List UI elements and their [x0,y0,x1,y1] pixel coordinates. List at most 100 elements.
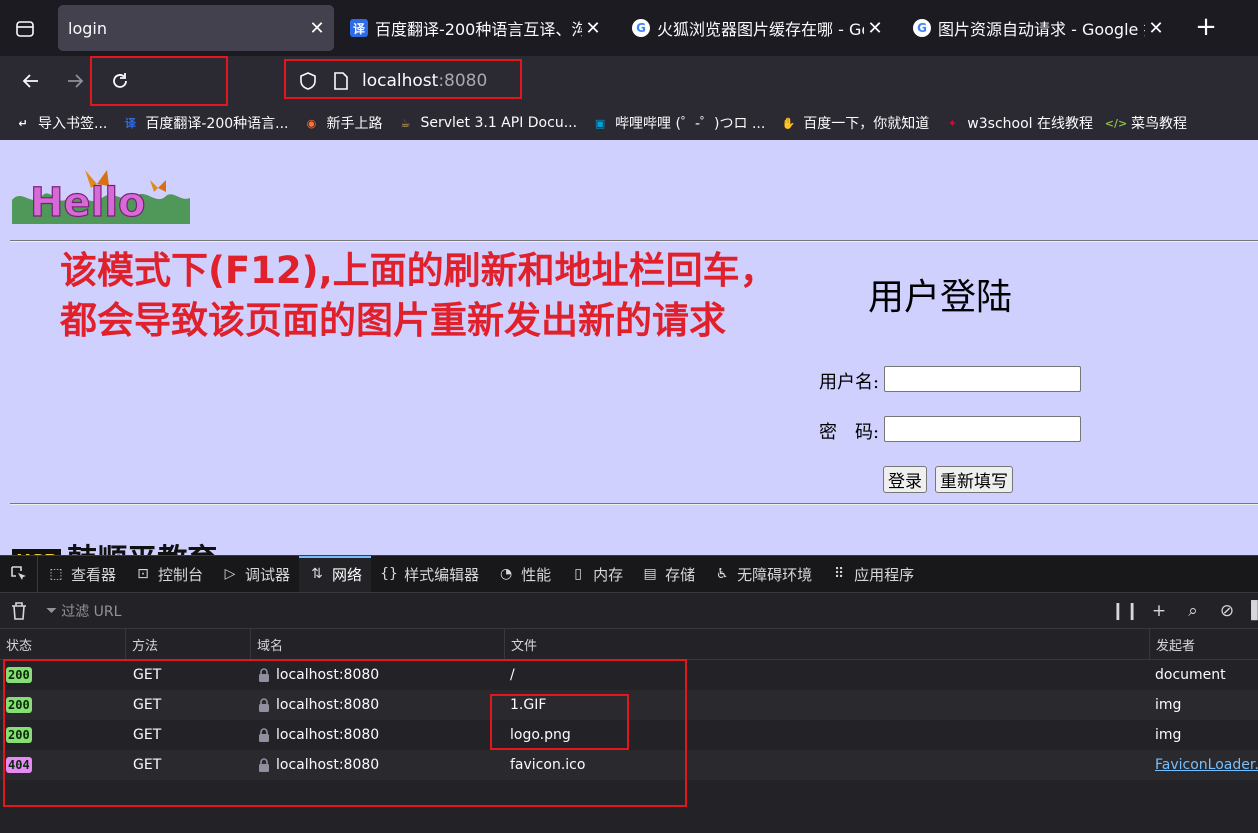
close-icon[interactable]: ✕ [582,17,604,39]
annotation-line-2: 都会导致该页面的图片重新发出新的请求 [60,299,726,342]
block-icon[interactable]: ⊘ [1210,601,1244,621]
password-label: 密 码: [819,422,880,443]
network-toolbar-actions: ❙❙ + ⌕ ⊘ ▐ [1108,593,1258,629]
forward-arrow-icon[interactable] [60,66,90,96]
brand-logo-peek: HSP韩顺平教育 [12,535,217,555]
google-icon: G [913,19,931,37]
column-initiator[interactable]: 发起者 [1149,629,1258,659]
devtools-tab[interactable]: ▤ 存储 [632,556,704,592]
bookmark-favicon-icon: ↵ [18,116,28,130]
pause-icon[interactable]: ❙❙ [1108,601,1142,621]
bookmark-item[interactable]: 译百度翻译-200种语言... [121,113,289,133]
bookmark-favicon-icon: ✋ [781,116,796,130]
devtools-tab[interactable]: ⊡ 控制台 [125,556,212,592]
devtools-tab[interactable]: {} 样式编辑器 [371,556,488,592]
devtools-tab-label: 存储 [665,565,696,584]
tab-title: 百度翻译-200种语言互译、沟通 [375,20,582,39]
close-icon[interactable]: ✕ [1145,17,1167,39]
navigation-toolbar: localhost:8080 [0,56,1258,106]
brand-name: 韩顺平教育 [67,543,217,555]
column-domain[interactable]: 域名 [250,629,504,659]
initiator-link[interactable]: FaviconLoader.sys [1155,757,1258,773]
bookmark-item[interactable]: ▣ 哔哩哔哩 (゜-゜)つロ ... [591,113,765,133]
back-arrow-icon[interactable] [16,66,46,96]
add-icon[interactable]: + [1142,601,1176,621]
devtools-tab-label: 应用程序 [854,565,915,584]
bookmark-favicon-icon: ▣ [594,116,606,130]
bookmarks-toolbar: ↵ 导入书签... 译百度翻译-200种语言... ◉ 新手上路 ☕ Servlet 3.1… [0,106,1258,140]
devtools-tab[interactable]: ♿ 无障碍环境 [704,556,821,592]
login-title: 用户登陆 [868,277,1013,318]
devtools-tab[interactable]: ▷ 调试器 [212,556,299,592]
search-icon[interactable]: ⌕ [1176,601,1210,621]
bookmark-label: w3school 在线教程 [967,116,1093,132]
username-label: 用户名: [819,372,880,393]
bookmark-favicon-icon: ☕ [400,116,411,130]
annotation-box-address [284,59,522,99]
divider [10,503,1258,505]
devtools-tab-label: 调试器 [245,565,291,584]
initiator-cell: img [1155,727,1182,743]
bookmark-item[interactable]: ☕ Servlet 3.1 API Docu... [396,114,578,132]
login-submit-button[interactable]: 登录 [883,466,927,493]
tab-google-search-2[interactable]: G 图片资源自动请求 - Google 搜 ✕ [913,5,1173,51]
tab-title: login [68,18,107,38]
devtools-tab-icon: ⬚ [49,566,63,582]
annotation-note: 该模式下(F12),上面的刷新和地址栏回车， 都会导致该页面的图片重新发出新的请… [60,246,777,346]
initiator-cell: img [1155,697,1182,713]
filter-url-field[interactable]: ⏷ 过滤 URL [46,601,121,621]
network-table-header: 状态 方法 域名 文件 发起者 [0,629,1258,660]
devtools-tab-label: 性能 [521,565,552,584]
list-all-tabs-icon[interactable] [10,14,40,44]
devtools-tab[interactable]: ⠿ 应用程序 [821,556,923,592]
password-input[interactable] [884,416,1081,442]
bookmark-favicon-icon: ✦ [947,116,957,130]
devtools-tab-icon: ▷ [224,566,236,582]
bookmark-label: 百度翻译-200种语言... [145,116,289,132]
devtools-tab-icon: ⇅ [311,566,323,582]
bookmark-favicon-icon: ◉ [306,116,317,130]
devtools-tab[interactable]: ⇅ 网络 [299,556,372,592]
bookmark-item[interactable]: ✋ 百度一下，你就知道 [779,113,929,133]
bookmark-item[interactable]: ✦ w3school 在线教程 [943,113,1093,133]
devtools-tab-label: 控制台 [158,565,204,584]
tab-google-search-1[interactable]: G 火狐浏览器图片缓存在哪 - Goo ✕ [632,5,892,51]
annotation-line-1: 该模式下(F12),上面的刷新和地址栏回车， [60,249,777,292]
devtools-tab-icon: ⊡ [137,566,149,582]
hello-logo-text: Hello [30,180,146,226]
new-tab-icon[interactable]: + [1192,14,1220,42]
devtools-tab[interactable]: ⬚ 查看器 [38,556,125,592]
devtools-tab-label: 查看器 [71,565,117,584]
tab-title: 图片资源自动请求 - Google 搜 [938,20,1145,39]
close-icon[interactable]: ✕ [306,17,328,39]
devtools-tab[interactable]: ◔ 性能 [488,556,560,592]
devtools-tab-label: 样式编辑器 [404,565,480,584]
tab-title: 火狐浏览器图片缓存在哪 - Goo [657,20,864,39]
devtools-tabbar: ⬚ 查看器 ⊡ 控制台 ▷ 调试器 ⇅ 网络 {} 样式编辑器 ◔ 性能 ▯ 内存 ▤ 存储 ♿ 无障碍环境 ⠿ 应用… [0,556,1258,593]
tab-baidu-translate[interactable]: 译 百度翻译-200种语言互译、沟通 ✕ [350,5,610,51]
devtools-tab-icon: ⠿ [834,566,845,582]
devtools-tab-icon: ◔ [499,566,513,582]
bookmark-label: 新手上路 [326,116,383,132]
filter-placeholder: 过滤 URL [61,603,122,620]
annotation-box-reload [90,56,228,106]
bookmark-label: 百度一下，你就知道 [803,116,930,132]
tab-login[interactable]: login ✕ [58,5,334,51]
devtools-tab-label: 内存 [593,565,624,584]
column-method[interactable]: 方法 [125,629,250,659]
devtools-tab[interactable]: ▯ 内存 [560,556,632,592]
reset-button[interactable]: 重新填写 [935,466,1013,493]
overflow-icon[interactable]: ▐ [1244,601,1258,621]
bookmark-item[interactable]: ◉ 新手上路 [302,113,383,133]
column-file[interactable]: 文件 [504,629,1149,659]
username-input[interactable] [884,366,1081,392]
column-status[interactable]: 状态 [0,629,125,659]
google-icon: G [632,19,650,37]
bookmark-item[interactable]: ↵ 导入书签... [14,113,107,133]
devtools-tab-icon: ▤ [643,566,657,582]
element-picker-icon[interactable] [0,556,38,592]
trash-icon[interactable] [10,601,28,621]
bookmark-item[interactable]: </> 菜鸟教程 [1105,113,1187,133]
close-icon[interactable]: ✕ [864,17,886,39]
bookmark-label: 哔哩哔哩 (゜-゜)つロ ... [615,116,766,132]
